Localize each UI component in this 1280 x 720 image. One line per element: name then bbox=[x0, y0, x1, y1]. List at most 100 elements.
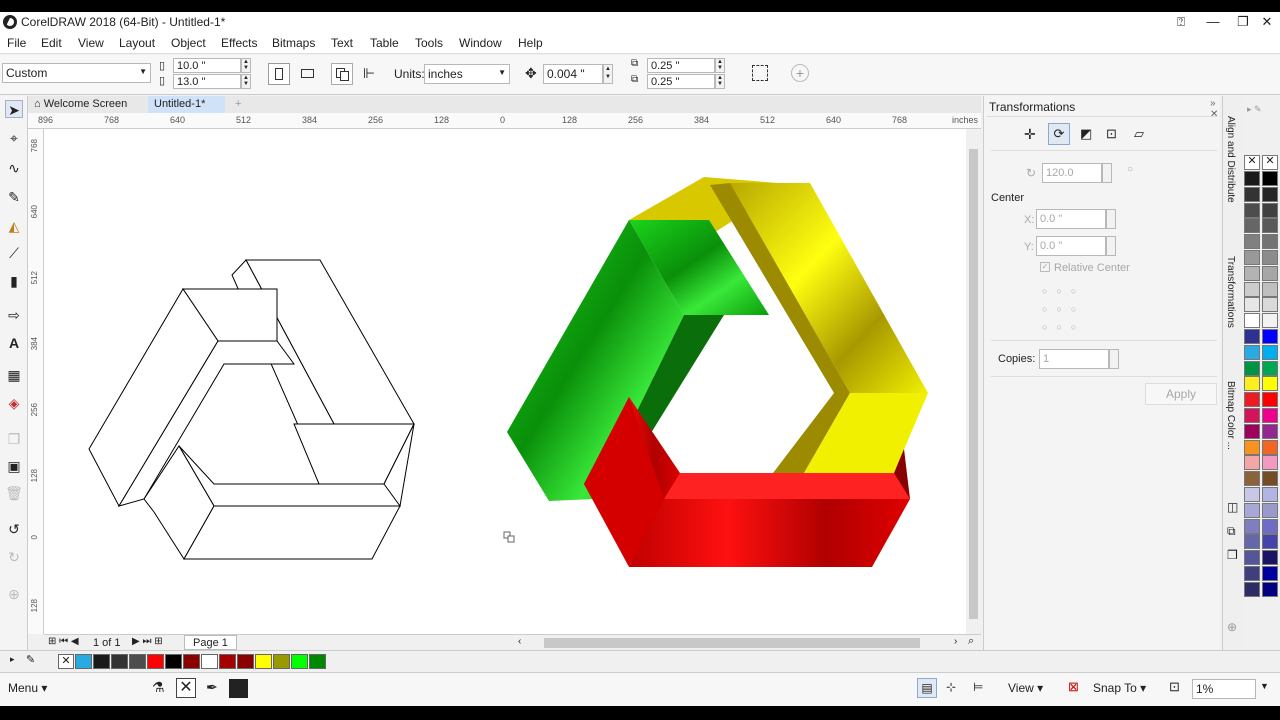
status-menu[interactable]: Menu ▾ bbox=[8, 681, 47, 695]
center-y-field[interactable]: 0.0 " bbox=[1036, 236, 1106, 256]
outline-pen-icon[interactable]: ✒ bbox=[206, 679, 218, 696]
document-color-swatch[interactable] bbox=[255, 654, 272, 669]
page-height-field[interactable]: 13.0 " bbox=[173, 74, 241, 89]
color-swatch[interactable] bbox=[1262, 423, 1278, 439]
layers-icon[interactable]: ❒ bbox=[1227, 548, 1238, 562]
color-swatch[interactable] bbox=[1262, 408, 1278, 423]
rotation-spinner[interactable] bbox=[1102, 163, 1112, 183]
text-tool-icon[interactable]: A bbox=[5, 334, 23, 352]
color-swatch[interactable] bbox=[1262, 234, 1278, 250]
paste-icon[interactable]: ▣ bbox=[5, 457, 23, 475]
nudge-spinner[interactable]: ▲ ▼ bbox=[603, 64, 613, 84]
fill-indicator-icon[interactable]: ⚗ bbox=[152, 679, 165, 696]
color-swatch[interactable] bbox=[1262, 534, 1278, 550]
color-swatch[interactable] bbox=[1262, 265, 1278, 281]
document-color-swatch[interactable] bbox=[219, 654, 236, 669]
curve-tool-icon[interactable]: ∿ bbox=[5, 159, 23, 177]
scroll-left-icon[interactable]: ‹ bbox=[518, 636, 521, 647]
scroll-right-icon[interactable]: › bbox=[954, 636, 957, 647]
document-color-swatch[interactable] bbox=[183, 654, 200, 669]
add-tool-icon[interactable]: ⊕ bbox=[5, 585, 23, 603]
duplicate-y-field[interactable]: 0.25 " bbox=[647, 74, 715, 89]
color-swatch[interactable] bbox=[1244, 550, 1260, 566]
page-size-select[interactable]: Custom ▼ bbox=[2, 63, 151, 83]
all-pages-button[interactable] bbox=[331, 63, 353, 85]
color-swatch[interactable] bbox=[1262, 171, 1278, 186]
add-preset-icon[interactable]: + bbox=[791, 64, 809, 82]
color-swatch[interactable] bbox=[1262, 186, 1278, 202]
color-swatch[interactable] bbox=[1244, 534, 1260, 550]
color-swatch[interactable] bbox=[1262, 550, 1278, 566]
color-swatch[interactable] bbox=[1244, 171, 1260, 186]
color-swatch[interactable] bbox=[1262, 502, 1278, 518]
document-color-swatch[interactable] bbox=[75, 654, 92, 669]
crop-icon[interactable]: ⊹ bbox=[946, 680, 956, 694]
rotate-icon[interactable]: ⟳ bbox=[1048, 123, 1070, 145]
vertical-scrollbar[interactable] bbox=[966, 129, 981, 634]
page-width-field[interactable]: 10.0 " bbox=[173, 58, 241, 73]
color-swatch[interactable] bbox=[1244, 329, 1260, 344]
color-swatch[interactable] bbox=[1262, 392, 1278, 408]
nudge-field[interactable]: 0.004 " bbox=[543, 64, 603, 84]
tab-welcome-screen[interactable]: ⌂ Welcome Screen bbox=[28, 96, 146, 113]
color-swatch[interactable] bbox=[1244, 518, 1260, 534]
copies-field[interactable]: 1 bbox=[1039, 349, 1109, 369]
skew-icon[interactable]: ▱ bbox=[1134, 126, 1144, 142]
color-swatch[interactable] bbox=[1244, 360, 1260, 376]
apply-button[interactable]: Apply bbox=[1145, 383, 1217, 405]
snap-off-icon[interactable]: ⊠ bbox=[1068, 679, 1079, 695]
view-menu[interactable]: View ▾ bbox=[1008, 681, 1043, 695]
menu-window[interactable]: Window bbox=[459, 36, 502, 50]
duplicate-x-field[interactable]: 0.25 " bbox=[647, 58, 715, 73]
no-fill-swatch[interactable]: ✕ bbox=[58, 654, 74, 669]
drawing-canvas[interactable] bbox=[44, 129, 966, 634]
zoom-field[interactable]: 1% bbox=[1192, 679, 1256, 699]
palette-menu-icon[interactable]: ▸ bbox=[10, 654, 15, 665]
color-swatch[interactable] bbox=[1262, 518, 1278, 534]
color-swatch[interactable] bbox=[1244, 250, 1260, 265]
color-swatch[interactable] bbox=[1244, 376, 1260, 392]
color-swatch[interactable] bbox=[1244, 455, 1260, 471]
document-color-swatch[interactable] bbox=[129, 654, 146, 669]
color-swatch[interactable] bbox=[1244, 186, 1260, 202]
color-swatch[interactable] bbox=[1244, 408, 1260, 423]
color-swatch[interactable] bbox=[1244, 265, 1260, 281]
color-swatch[interactable] bbox=[1244, 471, 1260, 487]
tab-transformations[interactable]: Transformations bbox=[1225, 256, 1236, 328]
dup-y-spinner[interactable]: ▲ ▼ bbox=[715, 74, 725, 89]
center-x-field[interactable]: 0.0 " bbox=[1036, 209, 1106, 229]
no-outline-swatch[interactable]: ✕ bbox=[1262, 155, 1278, 170]
color-swatch[interactable] bbox=[1244, 439, 1260, 455]
landscape-button[interactable] bbox=[296, 63, 318, 85]
treat-as-filled-icon[interactable] bbox=[752, 65, 768, 81]
document-color-swatch[interactable] bbox=[165, 654, 182, 669]
guidelines-icon[interactable]: ⊨ bbox=[973, 680, 983, 694]
rotation-field[interactable]: 120.0 bbox=[1042, 163, 1102, 183]
eyedropper-icon[interactable]: ✎ bbox=[26, 653, 35, 666]
menu-help[interactable]: Help bbox=[518, 36, 543, 50]
color-swatch[interactable] bbox=[1244, 392, 1260, 408]
dup-x-spinner[interactable]: ▲ ▼ bbox=[715, 58, 725, 73]
undo-icon[interactable]: ↺ bbox=[5, 520, 23, 538]
next-page-icon[interactable]: ▶ ⏭ ⊞ bbox=[132, 636, 163, 647]
color-swatch[interactable] bbox=[1262, 376, 1278, 392]
color-swatch[interactable] bbox=[1244, 581, 1260, 597]
color-swatch[interactable] bbox=[1244, 344, 1260, 360]
outline-color-swatch[interactable] bbox=[229, 679, 248, 698]
width-spinner[interactable]: ▲ ▼ bbox=[241, 58, 251, 73]
size-icon[interactable]: ⊡ bbox=[1106, 126, 1117, 142]
document-color-swatch[interactable] bbox=[237, 654, 254, 669]
document-color-swatch[interactable] bbox=[291, 654, 308, 669]
scale-mirror-icon[interactable]: ◩ bbox=[1080, 126, 1092, 142]
center-x-spinner[interactable] bbox=[1106, 209, 1116, 229]
menu-file[interactable]: File bbox=[7, 36, 26, 50]
color-swatch[interactable] bbox=[1244, 487, 1260, 502]
dimension-tool-icon[interactable]: ⟋ bbox=[5, 244, 23, 262]
document-color-swatch[interactable] bbox=[111, 654, 128, 669]
color-swatch[interactable] bbox=[1262, 250, 1278, 265]
document-color-swatch[interactable] bbox=[201, 654, 218, 669]
bucket-icon[interactable]: ▮ bbox=[5, 272, 23, 290]
color-swatch[interactable] bbox=[1244, 566, 1260, 581]
pick-tool-icon[interactable]: ➤ bbox=[5, 100, 23, 118]
snap-to-menu[interactable]: Snap To ▾ bbox=[1093, 681, 1146, 695]
